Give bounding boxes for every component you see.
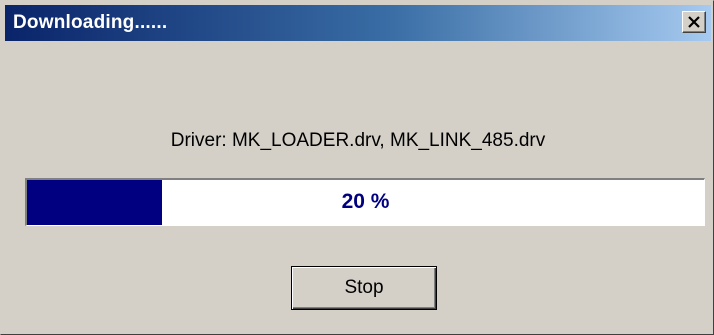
dialog-body: Driver: MK_LOADER.drv, MK_LINK_485.drv 2… [5,41,711,332]
download-dialog: Downloading...... Driver: MK_LOADER.drv,… [0,0,714,335]
title-bar[interactable]: Downloading...... [5,5,711,41]
progress-percent: 20 % [341,190,390,213]
close-button[interactable] [682,11,706,33]
stop-button-label: Stop [344,277,384,298]
window-title: Downloading...... [13,12,168,33]
stop-button[interactable]: Stop [291,266,437,310]
progress-bar: 20 % [25,178,705,226]
driver-label: Driver: MK_LOADER.drv, MK_LINK_485.drv [170,130,546,151]
close-icon [688,16,700,28]
